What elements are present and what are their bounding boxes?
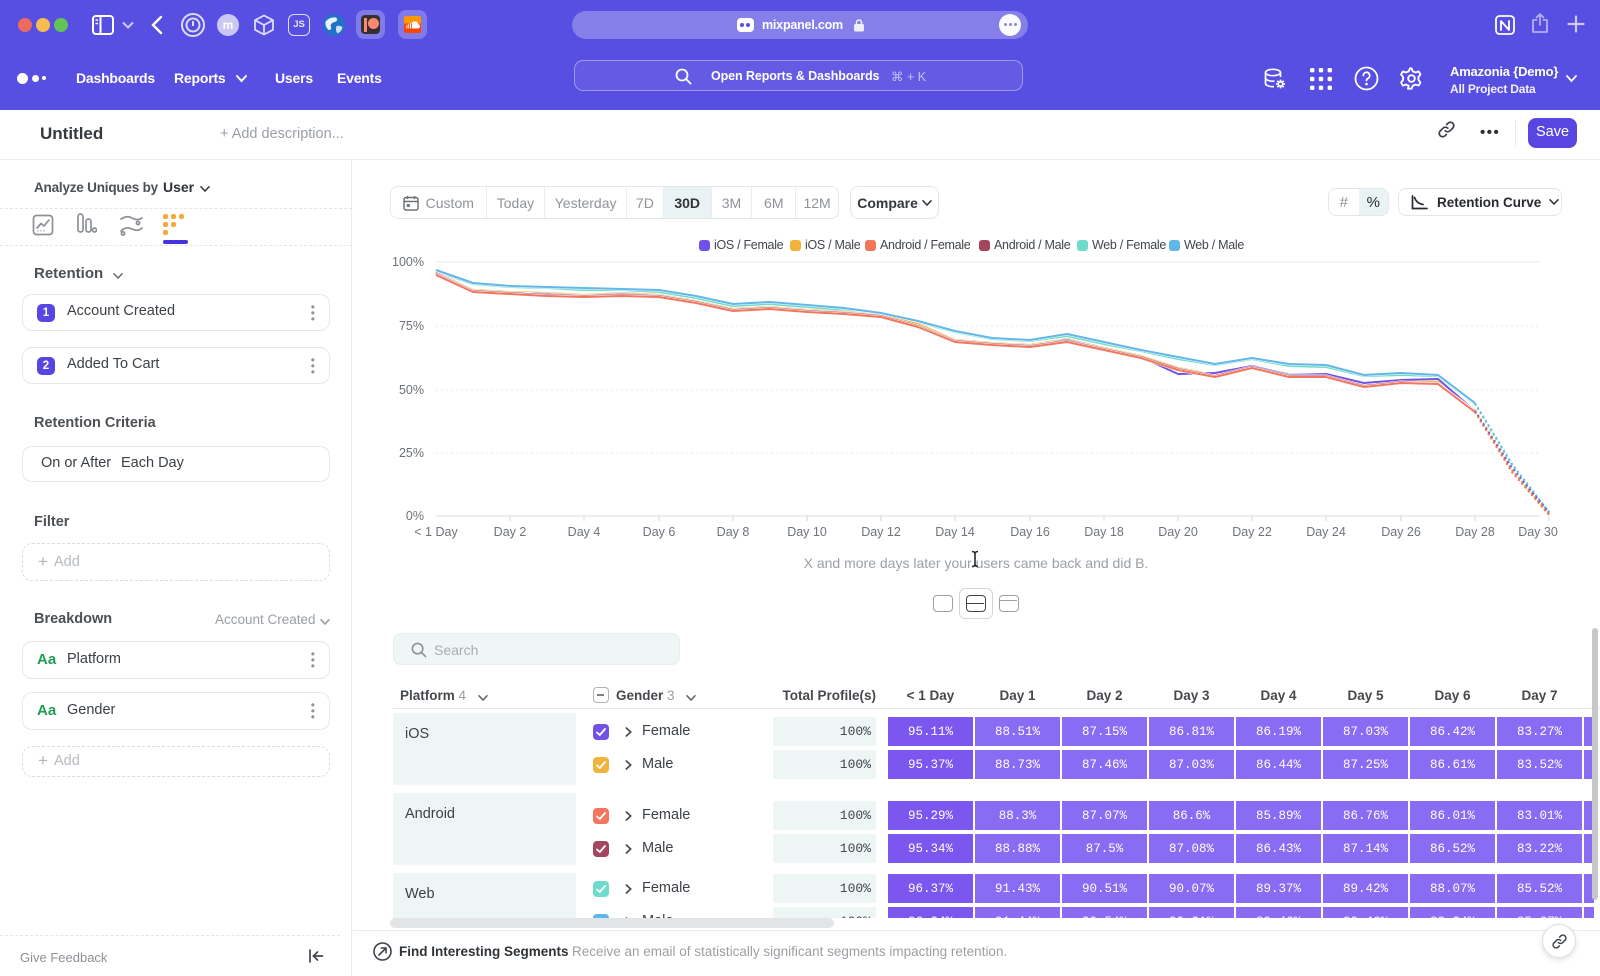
svg-text:75%: 75% bbox=[399, 319, 424, 333]
svg-text:< 1 Day: < 1 Day bbox=[414, 525, 458, 539]
svg-text:Day 10: Day 10 bbox=[787, 525, 827, 539]
svg-text:25%: 25% bbox=[399, 446, 424, 460]
svg-text:Day 24: Day 24 bbox=[1306, 525, 1346, 539]
svg-text:Day 4: Day 4 bbox=[568, 525, 601, 539]
svg-text:Day 6: Day 6 bbox=[643, 525, 676, 539]
svg-text:Day 26: Day 26 bbox=[1381, 525, 1421, 539]
svg-text:0%: 0% bbox=[406, 509, 424, 523]
svg-text:Day 30: Day 30 bbox=[1518, 525, 1558, 539]
svg-text:Day 8: Day 8 bbox=[717, 525, 750, 539]
svg-text:Day 16: Day 16 bbox=[1010, 525, 1050, 539]
svg-text:Day 28: Day 28 bbox=[1455, 525, 1495, 539]
svg-text:Day 14: Day 14 bbox=[935, 525, 975, 539]
svg-text:Day 18: Day 18 bbox=[1084, 525, 1124, 539]
svg-text:50%: 50% bbox=[399, 383, 424, 397]
svg-text:100%: 100% bbox=[392, 255, 424, 269]
svg-text:Day 2: Day 2 bbox=[494, 525, 527, 539]
svg-text:Day 20: Day 20 bbox=[1158, 525, 1198, 539]
svg-text:Day 22: Day 22 bbox=[1232, 525, 1272, 539]
svg-text:Day 12: Day 12 bbox=[861, 525, 901, 539]
